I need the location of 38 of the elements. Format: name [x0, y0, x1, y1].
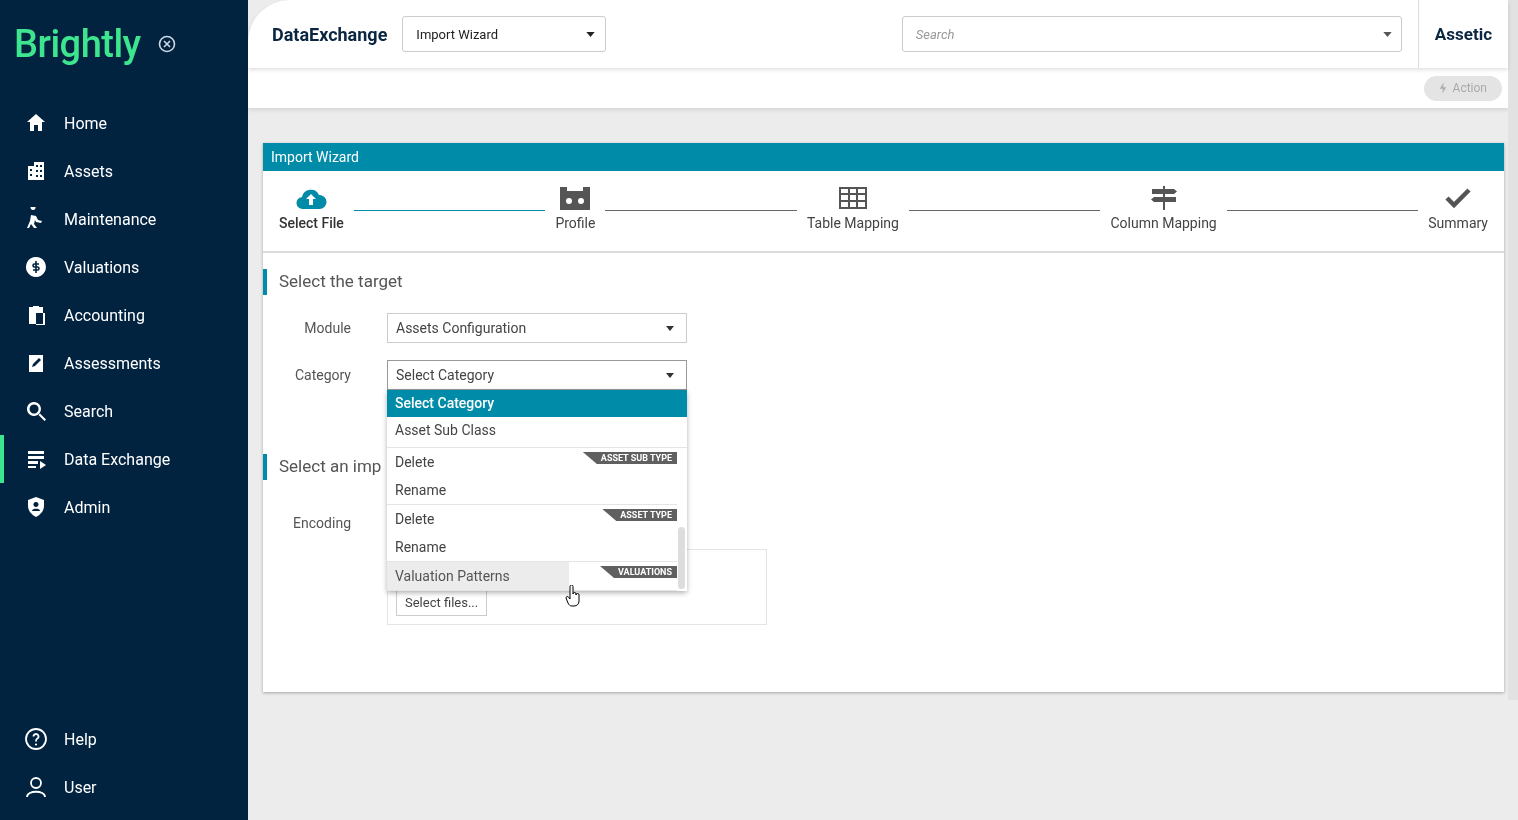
nav-item[interactable]: Search: [0, 387, 248, 435]
dropdown-option[interactable]: Select Category: [387, 390, 687, 417]
dropdown-option[interactable]: Rename: [387, 476, 569, 504]
dropdown-option[interactable]: Delete: [387, 448, 569, 476]
card-title: Import Wizard: [263, 143, 1504, 171]
wizard-step[interactable]: Table Mapping: [807, 185, 899, 231]
wizard-step[interactable]: Profile: [555, 185, 596, 231]
field-label: Module: [303, 320, 351, 336]
module-select[interactable]: Assets Configuration: [387, 313, 687, 343]
wizard-step[interactable]: Summary: [1428, 185, 1488, 231]
category-select[interactable]: Select Category: [387, 360, 687, 390]
nav-item[interactable]: Assessments: [0, 339, 248, 387]
nav-item[interactable]: Data Exchange: [0, 435, 248, 483]
search-field[interactable]: Search: [901, 16, 1402, 52]
app-title: DataExchange: [272, 23, 388, 45]
nav-item[interactable]: Maintenance: [0, 195, 248, 243]
nav-item[interactable]: Help: [0, 715, 248, 763]
logo: Brightly: [14, 22, 141, 66]
dropdown-option[interactable]: Rename: [387, 533, 569, 561]
group-tag: ASSET SUB TYPE: [582, 452, 677, 464]
wizard-step[interactable]: Column Mapping: [1110, 185, 1217, 231]
group-tag: VALUATIONS: [600, 566, 677, 578]
dropdown-option[interactable]: Valuation Patterns: [387, 562, 569, 590]
dropdown-option[interactable]: Asset Sub Class: [387, 417, 687, 444]
nav-item[interactable]: Accounting: [0, 291, 248, 339]
group-tag: ASSET TYPE: [602, 509, 677, 521]
field-label: Category: [293, 367, 351, 383]
field-label: Encoding: [292, 515, 351, 531]
select-files-button[interactable]: Select files...: [396, 589, 488, 616]
view-select[interactable]: Import Wizard: [402, 16, 607, 52]
dropdown-option[interactable]: Delete: [387, 505, 569, 533]
nav-item[interactable]: Home: [0, 99, 248, 147]
nav-item[interactable]: Admin: [0, 483, 248, 531]
section-heading: Select the target: [263, 269, 1504, 295]
wizard-step[interactable]: Select File: [279, 185, 344, 231]
nav-item[interactable]: Assets: [0, 147, 248, 195]
nav-item[interactable]: Valuations: [0, 243, 248, 291]
nav-item[interactable]: User: [0, 763, 248, 811]
